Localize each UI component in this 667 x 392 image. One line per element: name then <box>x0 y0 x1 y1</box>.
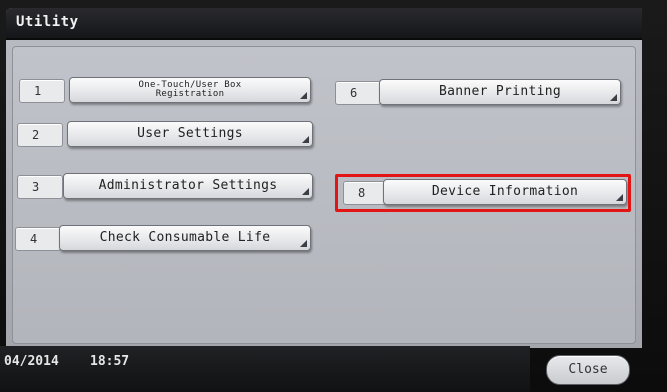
status-bar: 04/2014 18:57 <box>0 346 530 392</box>
menu-label-4: Check Consumable Life <box>99 230 271 245</box>
menu-number-1: 1 <box>19 79 65 103</box>
title-bar: Utility <box>6 8 642 40</box>
user-settings-button[interactable]: User Settings <box>67 121 313 147</box>
administrator-settings-button[interactable]: Administrator Settings <box>63 173 313 199</box>
corner-arrow-icon <box>302 188 309 195</box>
menu-row-3: 3 Administrator Settings <box>17 173 317 199</box>
corner-arrow-icon <box>300 240 307 247</box>
menu-row-6: 6 Banner Printing <box>335 79 625 105</box>
menu-number-6: 6 <box>335 81 381 105</box>
menu-number-4: 4 <box>15 227 61 251</box>
corner-arrow-icon <box>300 92 307 99</box>
red-highlight-box <box>335 174 631 212</box>
status-time: 18:57 <box>90 354 130 369</box>
corner-arrow-icon <box>610 94 617 101</box>
close-button[interactable]: Close <box>546 355 630 385</box>
one-touch-user-box-registration-button[interactable]: One-Touch/User Box Registration <box>69 77 311 103</box>
menu-label-3: Administrator Settings <box>98 178 278 193</box>
menu-label-1b: Registration <box>155 89 225 99</box>
menu-label-6: Banner Printing <box>439 84 561 99</box>
banner-printing-button[interactable]: Banner Printing <box>379 79 621 105</box>
menu-label-2: User Settings <box>137 126 243 141</box>
corner-arrow-icon <box>302 136 309 143</box>
menu-number-2: 2 <box>17 123 63 147</box>
menu-row-2: 2 User Settings <box>17 121 317 147</box>
check-consumable-life-button[interactable]: Check Consumable Life <box>59 225 311 251</box>
window-title: Utility <box>16 14 79 30</box>
status-date: 04/2014 <box>4 354 59 369</box>
menu-row-1: 1 One-Touch/User Box Registration <box>19 77 315 103</box>
menu-row-4: 4 Check Consumable Life <box>15 225 315 251</box>
menu-number-3: 3 <box>17 175 63 199</box>
touch-screen: Utility 1 One-Touch/User Box Registratio… <box>6 8 642 348</box>
utility-menu-panel: 1 One-Touch/User Box Registration 2 User… <box>12 46 636 344</box>
